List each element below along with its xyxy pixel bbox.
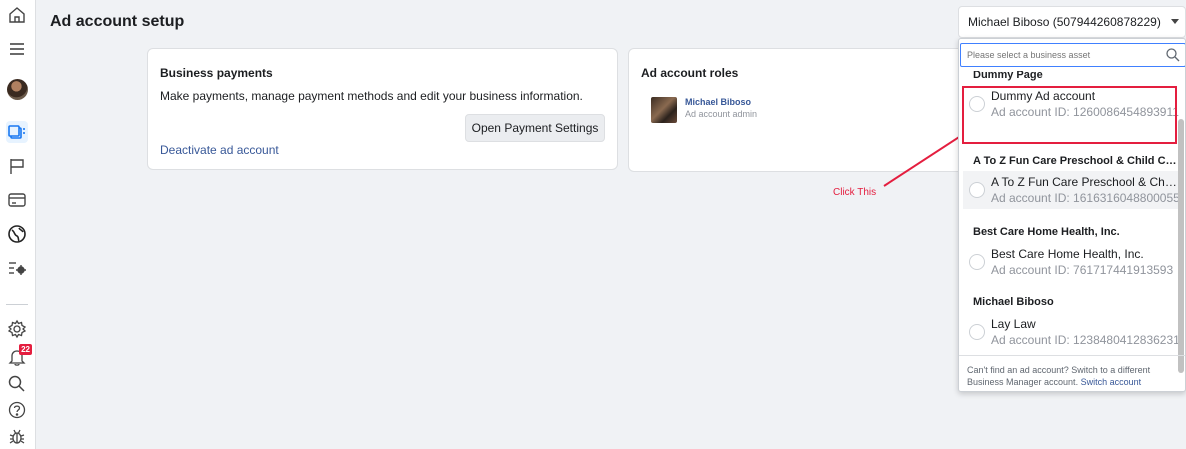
open-payment-settings-button[interactable]: Open Payment Settings	[465, 114, 605, 142]
asset-search[interactable]	[960, 43, 1185, 67]
annotation-highlight-box	[962, 86, 1177, 144]
radio-button[interactable]	[969, 182, 985, 198]
dropdown-scrollbar[interactable]	[1177, 71, 1185, 373]
radio-button[interactable]	[969, 324, 985, 340]
ad-account-id: Ad account ID: 761717441913593	[991, 263, 1174, 277]
bug-report-icon[interactable]	[6, 426, 28, 448]
group-label: Best Care Home Health, Inc.	[973, 226, 1120, 238]
caret-down-icon	[1171, 19, 1179, 24]
role-user-role: Ad account admin	[685, 109, 758, 119]
group-label: Michael Biboso	[973, 296, 1054, 308]
click-this-annotation: Click This	[833, 187, 877, 198]
account-selector-value: Michael Biboso (507944260878229)	[968, 15, 1161, 29]
gear-icon[interactable]	[6, 318, 28, 340]
search-icon[interactable]	[1165, 47, 1181, 63]
ad-account-id: Ad account ID: 1238480412836231	[991, 333, 1180, 347]
menu-icon[interactable]	[6, 38, 28, 60]
settings-list-icon[interactable]	[6, 257, 28, 279]
billing-card-icon[interactable]	[6, 189, 28, 211]
nav-divider	[6, 304, 28, 305]
business-payments-card: Business payments Make payments, manage …	[147, 48, 618, 170]
list-item[interactable]: A To Z Fun Care Preschool & Child C... A…	[963, 171, 1180, 209]
card-description: Make payments, manage payment methods an…	[160, 89, 583, 103]
business-settings-icon[interactable]	[6, 121, 28, 143]
card-title: Business payments	[160, 66, 273, 80]
group-label: Dummy Page	[973, 71, 1043, 81]
group-label: A To Z Fun Care Preschool & Child Ca...	[973, 155, 1179, 167]
ad-account-name: Best Care Home Health, Inc.	[991, 247, 1144, 261]
globe-icon[interactable]	[6, 223, 28, 245]
flag-icon[interactable]	[6, 155, 28, 177]
deactivate-ad-account-link[interactable]: Deactivate ad account	[160, 143, 279, 157]
avatar[interactable]	[7, 79, 28, 100]
role-user-name-link[interactable]: Michael Biboso	[685, 97, 751, 107]
list-item[interactable]: Best Care Home Health, Inc. Ad account I…	[963, 243, 1179, 281]
ad-account-name: Lay Law	[991, 317, 1036, 331]
help-icon[interactable]	[6, 399, 28, 421]
notification-badge: 22	[19, 344, 32, 355]
radio-button[interactable]	[969, 254, 985, 270]
user-avatar	[651, 97, 677, 123]
list-item[interactable]: Lay Law Ad account ID: 1238480412836231	[963, 313, 1180, 351]
page-title: Ad account setup	[50, 13, 185, 30]
account-selector[interactable]: Michael Biboso (507944260878229)	[958, 6, 1186, 38]
switch-account-link[interactable]: Switch account	[1081, 377, 1142, 387]
home-icon[interactable]	[6, 4, 28, 26]
dropdown-footer: Can't find an ad account? Switch to a di…	[959, 355, 1185, 391]
scrollbar-thumb[interactable]	[1178, 119, 1184, 373]
asset-search-input[interactable]	[967, 47, 1147, 63]
ad-account-name: A To Z Fun Care Preschool & Child C...	[991, 175, 1177, 189]
notifications-bell-icon[interactable]: 22	[6, 344, 32, 368]
search-icon[interactable]	[6, 373, 28, 395]
left-nav: 22	[0, 0, 36, 449]
card-title: Ad account roles	[641, 66, 739, 80]
ad-account-id: Ad account ID: 1616316048800055	[991, 191, 1180, 205]
